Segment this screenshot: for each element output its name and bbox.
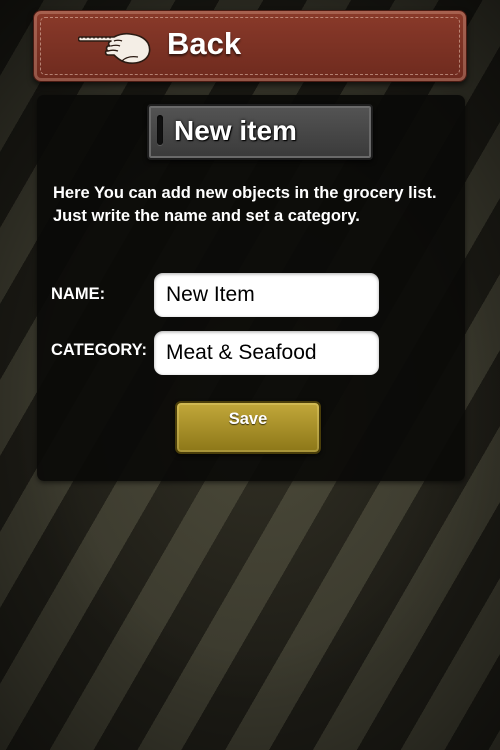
description: Here You can add new objects in the groc…: [53, 182, 453, 228]
name-field[interactable]: New Item: [154, 273, 379, 317]
save-button-label: Save: [228, 410, 268, 428]
tag-slot-decoration: [157, 115, 163, 145]
panel-title-tag: New item: [147, 104, 373, 160]
category-label: CATEGORY:: [51, 341, 147, 359]
description-line: Here You can add new objects in the groc…: [53, 184, 437, 202]
back-label: Back: [167, 26, 242, 61]
page-title: New item: [174, 115, 297, 146]
description-line: Just write the name and set a category.: [53, 207, 360, 225]
save-button[interactable]: Save: [175, 401, 321, 454]
back-button[interactable]: Back: [33, 10, 467, 82]
category-field[interactable]: Meat & Seafood: [154, 331, 379, 375]
pointing-hand-icon: [78, 32, 151, 64]
name-label: NAME:: [51, 285, 106, 303]
